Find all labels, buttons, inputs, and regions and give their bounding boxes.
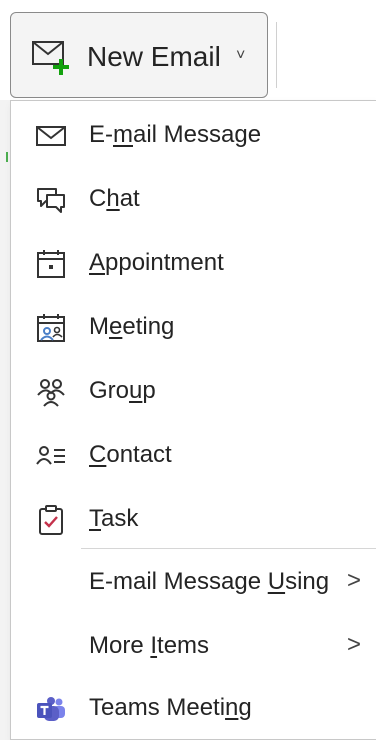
menu-item-more-items[interactable]: More Items > — [11, 617, 376, 677]
menu-item-label: Meeting — [89, 313, 175, 340]
chat-icon — [37, 188, 65, 213]
chevron-right-icon: > — [347, 567, 362, 594]
contact-icon — [36, 446, 65, 465]
menu-item-label: Teams Meeting — [89, 694, 252, 721]
new-mail-icon — [32, 41, 69, 75]
menu-item-teams-meeting[interactable]: Teams Meeting — [11, 679, 376, 739]
teams-icon — [37, 697, 65, 721]
menu-item-task[interactable]: Task — [11, 490, 376, 550]
toolbar-separator — [276, 22, 277, 88]
task-icon — [39, 505, 63, 535]
menu-item-label: Task — [89, 505, 139, 532]
menu-divider — [81, 548, 376, 549]
chevron-right-icon: > — [347, 631, 362, 658]
menu-item-label: More Items — [89, 632, 210, 659]
menu-item-label: E-mail Message — [89, 121, 262, 148]
menu-item-contact[interactable]: Contact — [11, 426, 376, 486]
group-icon — [37, 379, 65, 407]
new-item-menu: E-mail Message Chat Appointment Meeting … — [10, 100, 376, 740]
menu-item-meeting[interactable]: Meeting — [11, 298, 376, 358]
meeting-icon — [37, 314, 65, 342]
menu-item-chat[interactable]: Chat — [11, 170, 376, 230]
calendar-icon — [37, 250, 65, 278]
chevron-down-icon[interactable]: ˅ — [236, 47, 245, 65]
new-email-label: New Email — [87, 41, 221, 72]
envelope-icon — [36, 126, 66, 146]
background-pane — [0, 100, 10, 740]
menu-item-group[interactable]: Group — [11, 362, 376, 422]
menu-item-email-message-using[interactable]: E-mail Message Using > — [11, 553, 376, 613]
menu-item-label: Contact — [89, 441, 172, 468]
menu-item-label: E-mail Message Using — [89, 568, 330, 595]
menu-item-label: Chat — [89, 185, 140, 212]
menu-item-email-message[interactable]: E-mail Message — [11, 106, 376, 166]
menu-item-label: Appointment — [89, 249, 224, 276]
new-email-button[interactable]: New Email ˅ — [10, 12, 268, 98]
menu-item-appointment[interactable]: Appointment — [11, 234, 376, 294]
menu-item-label: Group — [89, 377, 156, 404]
